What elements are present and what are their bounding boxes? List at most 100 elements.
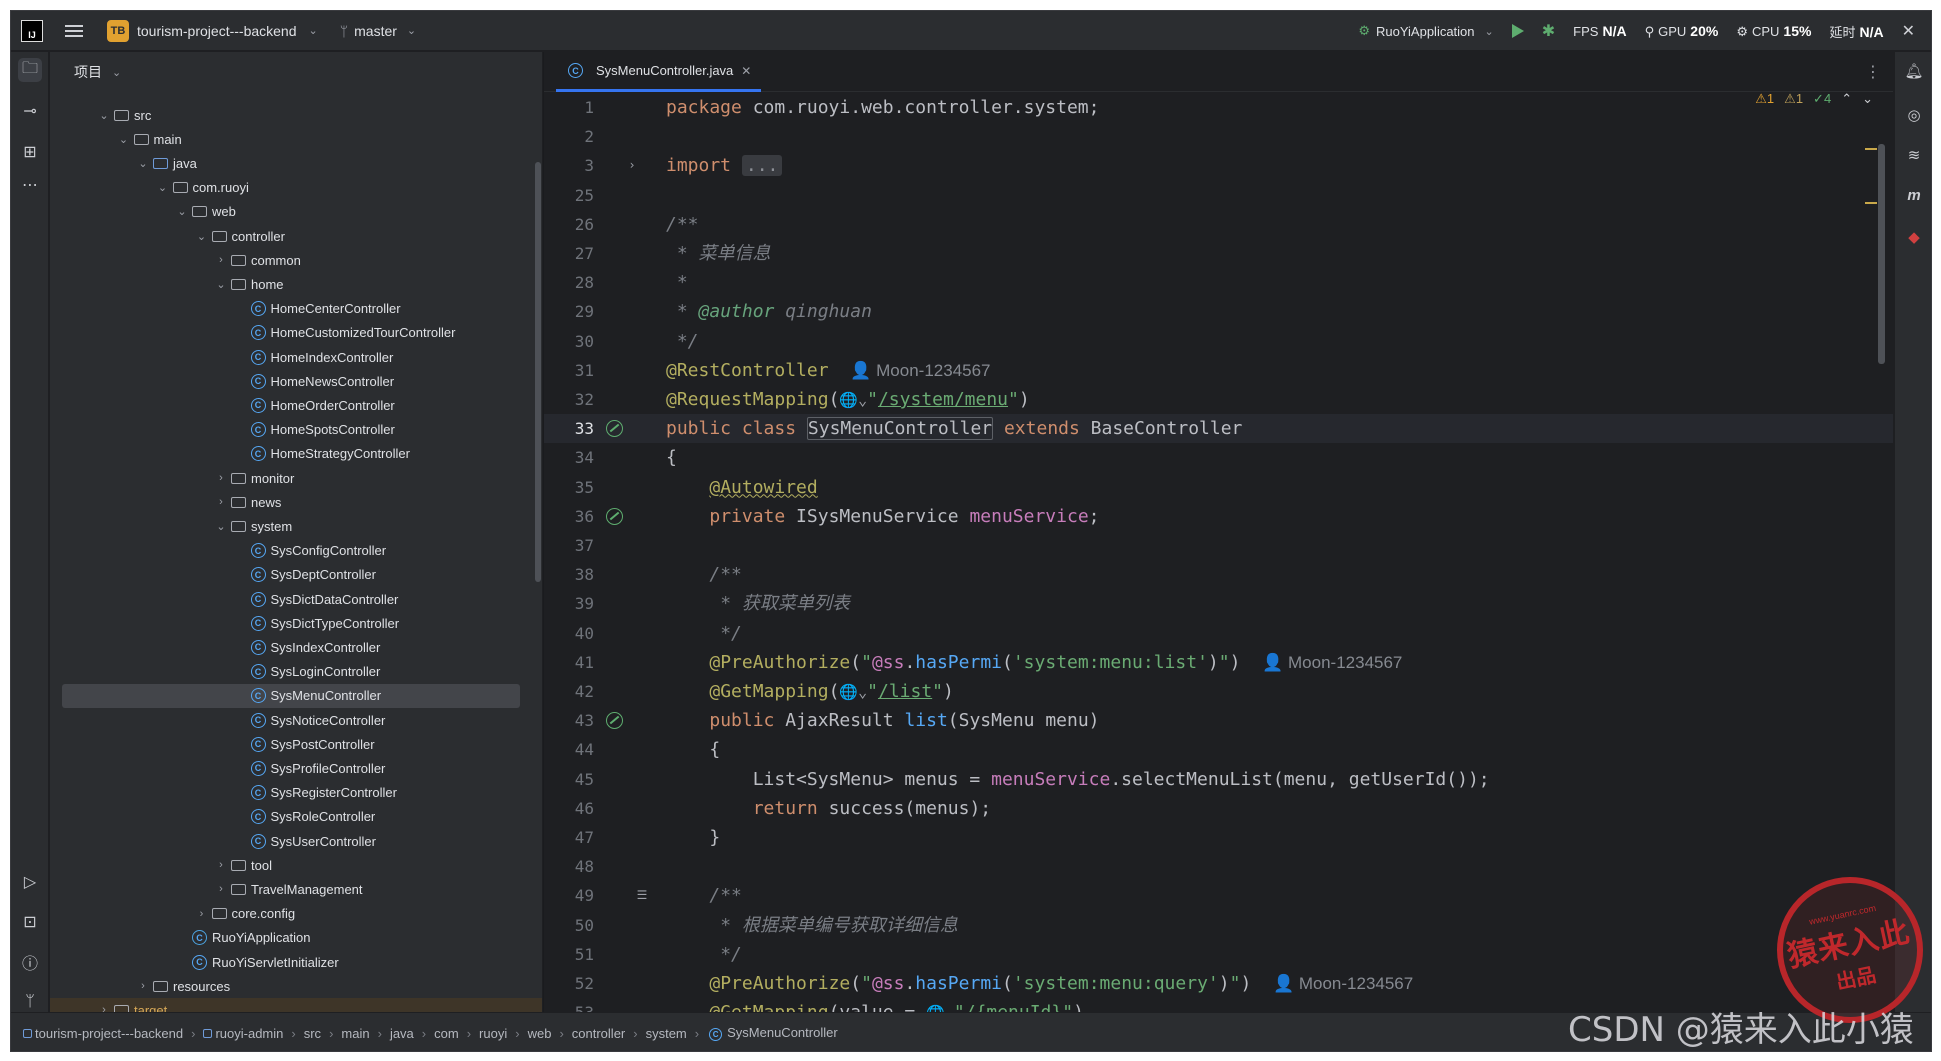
tree-item[interactable]: › core.config [50,902,542,926]
tree-item[interactable]: C HomeIndexController [50,345,542,369]
line-number[interactable]: 36 [544,502,594,531]
services-icon[interactable]: ▷ [18,870,42,894]
code-line[interactable]: 37 [544,531,1893,560]
tree-item[interactable]: C SysDeptController [50,563,542,587]
tree-item[interactable]: C HomeSpotsController [50,418,542,442]
terminal-icon[interactable]: ⊡ [18,910,42,934]
breadcrumb-item[interactable]: ruoyi-admin [203,1026,283,1041]
tree-scrollbar[interactable] [535,162,541,582]
line-number[interactable]: 25 [544,181,594,210]
editor-scrollbar[interactable] [1878,144,1885,364]
code-line[interactable]: 51 */ [544,940,1893,969]
chevron-down-icon[interactable]: ⌄ [194,230,210,243]
line-number[interactable]: 32 [544,385,594,414]
main-menu-icon[interactable] [65,24,83,37]
branch-selector[interactable]: ᛘ master ⌄ [340,23,416,39]
tree-item[interactable]: › tool [50,853,542,877]
tree-item[interactable]: C HomeCenterController [50,297,542,321]
tree-item[interactable]: C SysRoleController [50,805,542,829]
tree-item[interactable]: C HomeOrderController [50,393,542,417]
breadcrumb-item[interactable]: main [341,1026,369,1041]
chevron-down-icon[interactable]: ⌄ [174,205,190,218]
tree-item[interactable]: C HomeNewsController [50,369,542,393]
close-icon[interactable]: ✕ [1902,21,1915,41]
code-line[interactable]: 40 */ [544,619,1893,648]
breadcrumb-item[interactable]: com [434,1026,459,1041]
line-number[interactable]: 46 [544,794,594,823]
line-number[interactable]: 33 [544,414,594,443]
tree-item[interactable]: ⌄ src [50,103,542,127]
code-line[interactable]: 2 [544,122,1893,151]
tree-item[interactable]: C SysMenuController [62,683,520,708]
code-line[interactable]: 28 * [544,268,1893,297]
problems-icon[interactable]: ⓘ [18,950,42,974]
line-number[interactable]: 29 [544,297,594,326]
code-line[interactable]: 27 * 菜单信息 [544,239,1893,268]
project-panel-header[interactable]: 项目 ⌄ [50,52,542,92]
chevron-down-icon[interactable]: ⌄ [213,278,229,291]
breadcrumb-item[interactable]: src [304,1026,321,1041]
code-line[interactable]: 41 @PreAuthorize("@ss.hasPermi('system:m… [544,648,1893,677]
line-number[interactable]: 43 [544,706,594,735]
line-number[interactable]: 28 [544,268,594,297]
line-number[interactable]: 42 [544,677,594,706]
code-line[interactable]: 33 public class SysMenuController extends… [544,414,1893,444]
line-number[interactable]: 48 [544,852,594,881]
code-line[interactable]: 26 /** [544,210,1893,239]
line-number[interactable]: 1 [544,93,594,122]
debug-icon[interactable]: ✱ [1542,21,1555,41]
tree-item[interactable]: ⌄ controller [50,224,542,248]
database-icon[interactable]: ≋ [1903,144,1925,166]
breadcrumb-item[interactable]: tourism-project---backend [23,1026,183,1041]
tree-item[interactable]: › monitor [50,466,542,490]
tree-item[interactable]: › target [50,998,542,1012]
code-line[interactable]: 50 * 根据菜单编号获取详细信息 [544,911,1893,940]
tree-item[interactable]: C SysNoticeController [50,708,542,732]
run-icon[interactable] [1511,24,1524,38]
code-line[interactable]: 32 @RequestMapping(🌐⌄"/system/menu") [544,385,1893,414]
chevron-right-icon[interactable]: › [194,908,210,920]
tree-item[interactable]: C SysDictTypeController [50,611,542,635]
spring-bean-icon[interactable] [602,414,626,443]
line-number[interactable]: 51 [544,940,594,969]
code-line[interactable]: 1 package com.ruoyi.web.controller.system… [544,93,1893,122]
more-tools-icon[interactable]: ⋯ [18,173,42,197]
more-options-icon[interactable]: ⋮ [1865,62,1881,82]
chevron-down-icon[interactable]: ⌄ [135,157,151,170]
code-line[interactable]: 52 @PreAuthorize("@ss.hasPermi('system:m… [544,969,1893,998]
project-selector[interactable]: TB tourism-project---backend ⌄ [107,19,318,42]
fold-expand-icon[interactable]: › [620,151,644,180]
line-number[interactable]: 44 [544,735,594,764]
tree-item[interactable]: ⌄ home [50,272,542,296]
line-number[interactable]: 34 [544,443,594,472]
maven-icon[interactable]: m [1903,184,1925,206]
tree-item[interactable]: ⌄ system [50,514,542,538]
breadcrumb-item[interactable]: controller [572,1026,625,1041]
line-number[interactable]: 40 [544,619,594,648]
line-number[interactable]: 52 [544,969,594,998]
tree-item[interactable]: C HomeCustomizedTourController [50,321,542,345]
notifications-icon[interactable]: 🔔︎ [1903,60,1925,82]
tree-item[interactable]: › resources [50,974,542,998]
tree-item[interactable]: ⌄ web [50,200,542,224]
line-number[interactable]: 47 [544,823,594,852]
code-line[interactable]: 48 [544,852,1893,881]
chevron-right-icon[interactable]: › [213,859,229,871]
tree-item[interactable]: C RuoYiServletInitializer [50,950,542,974]
tree-item[interactable]: C SysLoginController [50,660,542,684]
line-number[interactable]: 53 [544,998,594,1012]
code-line[interactable]: 36 private ISysMenuService menuService; [544,502,1893,531]
tree-item[interactable]: › common [50,248,542,272]
line-number[interactable]: 50 [544,911,594,940]
code-area[interactable]: 1 package com.ruoyi.web.controller.system… [544,93,1893,1012]
code-line[interactable]: 29 * @author qinghuan [544,297,1893,326]
code-line[interactable]: 25 [544,181,1893,210]
tree-item[interactable]: C SysIndexController [50,635,542,659]
code-line[interactable]: 49 ☰ /** [544,881,1893,910]
intellij-logo-icon[interactable]: IJ [21,19,43,42]
tree-item[interactable]: ⌄ com.ruoyi [50,176,542,200]
code-line[interactable]: 44 { [544,735,1893,764]
code-line[interactable]: 43 public AjaxResult list(SysMenu menu) [544,706,1893,735]
chevron-down-icon[interactable]: ⌄ [116,133,132,146]
structure-icon[interactable]: ⊞ [18,140,42,164]
